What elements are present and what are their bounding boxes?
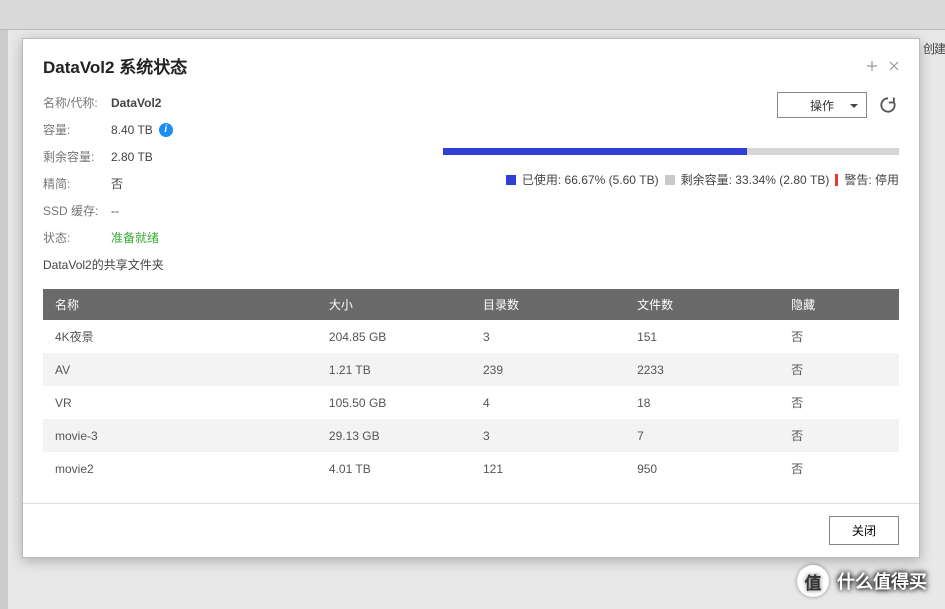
- table-row[interactable]: movie24.01 TB121950否: [43, 452, 899, 485]
- watermark-badge: 值: [797, 565, 829, 597]
- table-cell: movie-3: [43, 419, 317, 452]
- col-files[interactable]: 文件数: [625, 289, 779, 320]
- table-cell: 204.85 GB: [317, 320, 471, 353]
- table-cell: 4: [471, 386, 625, 419]
- usage-bar-fill: [443, 148, 747, 155]
- modal-footer: 关闭: [23, 503, 919, 557]
- table-cell: 18: [625, 386, 779, 419]
- table-row[interactable]: VR105.50 GB418否: [43, 386, 899, 419]
- usage-legend: 已使用: 66.67% (5.60 TB) 剩余容量: 33.34% (2.80…: [443, 171, 899, 188]
- table-cell: 151: [625, 320, 779, 353]
- table-cell: 1.21 TB: [317, 353, 471, 386]
- status-label: 状态:: [43, 229, 111, 246]
- chevron-down-icon: [850, 98, 858, 112]
- name-value: DataVol2: [111, 96, 161, 110]
- free-value: 2.80 TB: [111, 150, 153, 164]
- refresh-icon[interactable]: [877, 94, 899, 116]
- used-legend-text: 已使用: 66.67% (5.60 TB): [522, 171, 659, 188]
- table-cell: 7: [625, 419, 779, 452]
- table-cell: 29.13 GB: [317, 419, 471, 452]
- table-cell: 否: [779, 353, 899, 386]
- bg-create-fragment: 创建: [923, 40, 945, 57]
- modal-title: DataVol2 系统状态: [43, 53, 187, 78]
- col-name[interactable]: 名称: [43, 289, 317, 320]
- free-legend-text: 剩余容量: 33.34% (2.80 TB): [681, 171, 830, 188]
- table-header-row: 名称 大小 目录数 文件数 隐藏: [43, 289, 899, 320]
- watermark-text: 什么值得买: [837, 568, 927, 594]
- table-cell: 否: [779, 452, 899, 485]
- table-cell: 4.01 TB: [317, 452, 471, 485]
- name-label: 名称/代称:: [43, 94, 111, 111]
- table-cell: movie2: [43, 452, 317, 485]
- table-row[interactable]: movie-329.13 GB37否: [43, 419, 899, 452]
- thin-value: 否: [111, 175, 123, 192]
- col-hidden[interactable]: 隐藏: [779, 289, 899, 320]
- table-row[interactable]: AV1.21 TB2392233否: [43, 353, 899, 386]
- table-cell: 否: [779, 386, 899, 419]
- col-dirs[interactable]: 目录数: [471, 289, 625, 320]
- table-cell: 2233: [625, 353, 779, 386]
- table-cell: 否: [779, 419, 899, 452]
- table-cell: 4K夜景: [43, 320, 317, 353]
- table-row[interactable]: 4K夜景204.85 GB3151否: [43, 320, 899, 353]
- thin-label: 精简:: [43, 175, 111, 192]
- col-size[interactable]: 大小: [317, 289, 471, 320]
- table-cell: 3: [471, 419, 625, 452]
- table-cell: 239: [471, 353, 625, 386]
- capacity-value: 8.40 TB: [111, 123, 153, 137]
- shared-folder-table: 名称 大小 目录数 文件数 隐藏 4K夜景204.85 GB3151否AV1.2…: [43, 289, 899, 485]
- shared-folders-heading: DataVol2的共享文件夹: [43, 256, 443, 273]
- table-cell: 121: [471, 452, 625, 485]
- table-cell: 3: [471, 320, 625, 353]
- free-swatch: [665, 175, 675, 185]
- background-toolbar: [0, 0, 945, 30]
- table-cell: AV: [43, 353, 317, 386]
- capacity-label: 容量:: [43, 121, 111, 138]
- modal-header: DataVol2 系统状态: [23, 39, 919, 88]
- table-cell: 105.50 GB: [317, 386, 471, 419]
- table-cell: VR: [43, 386, 317, 419]
- watermark: 值 什么值得买: [797, 565, 927, 597]
- ssd-label: SSD 缓存:: [43, 202, 111, 219]
- warn-legend-text: 警告: 停用: [844, 171, 899, 188]
- action-dropdown-label: 操作: [810, 97, 834, 114]
- table-cell: 950: [625, 452, 779, 485]
- close-icon[interactable]: [887, 59, 901, 73]
- background-side: [0, 30, 8, 609]
- add-icon[interactable]: [865, 59, 879, 73]
- close-button[interactable]: 关闭: [829, 516, 899, 545]
- table-cell: 否: [779, 320, 899, 353]
- used-swatch: [506, 175, 516, 185]
- free-label: 剩余容量:: [43, 148, 111, 165]
- system-status-modal: DataVol2 系统状态 名称/代称: DataVol2 容量: 8.40 T…: [22, 38, 920, 558]
- warn-swatch: [835, 174, 838, 186]
- usage-bar: [443, 148, 899, 155]
- action-dropdown-button[interactable]: 操作: [777, 92, 867, 118]
- status-value: 准备就绪: [111, 229, 159, 246]
- ssd-value: --: [111, 204, 119, 218]
- info-icon[interactable]: i: [159, 123, 173, 137]
- info-panel: 名称/代称: DataVol2 容量: 8.40 TB i 剩余容量: 2.80…: [43, 88, 443, 285]
